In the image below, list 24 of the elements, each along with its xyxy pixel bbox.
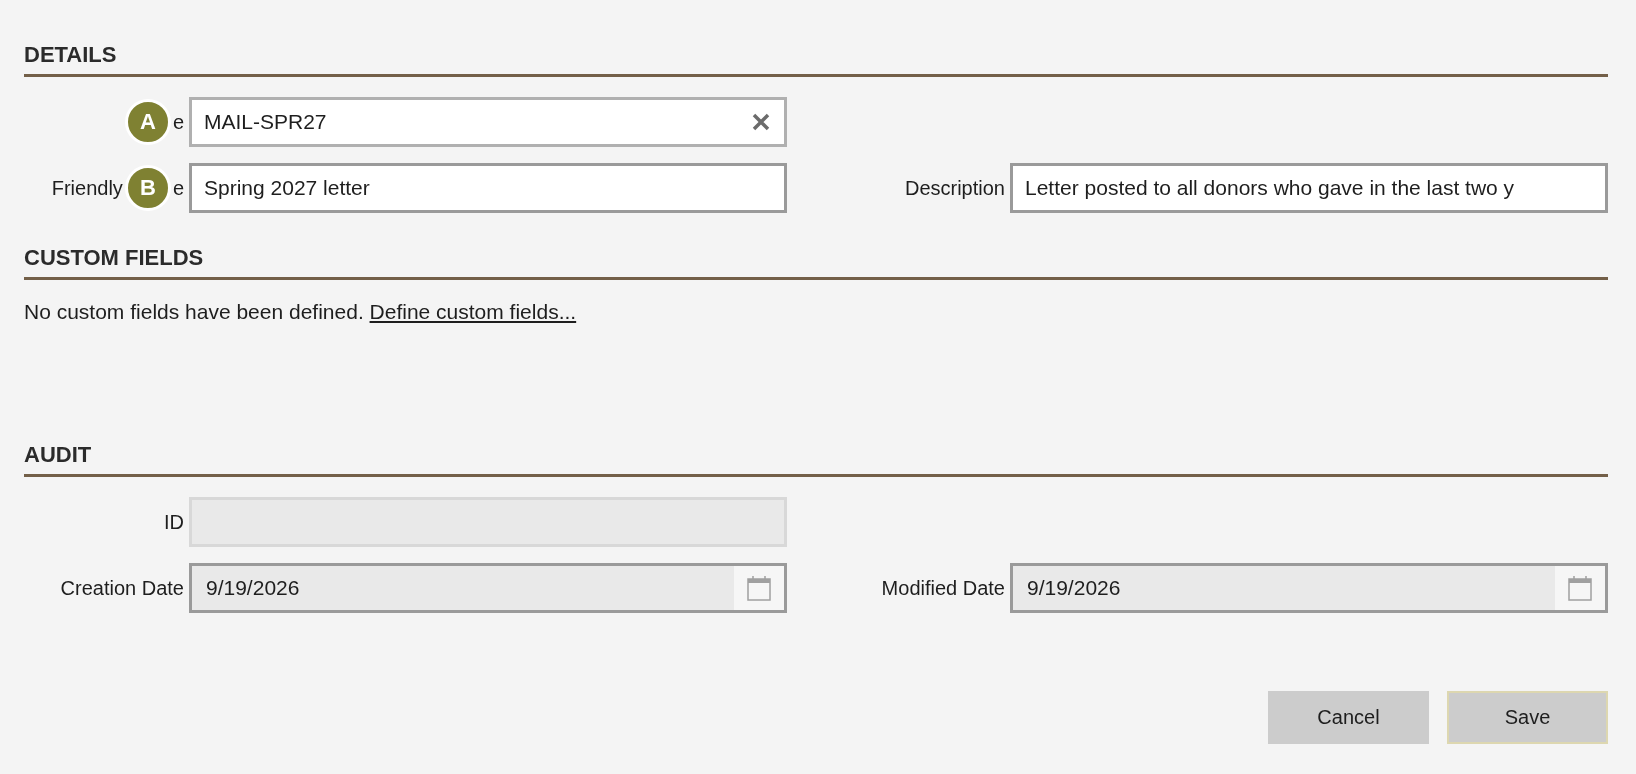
section-heading: DETAILS [24,42,1608,77]
callout-badge: B [124,165,171,211]
info-text: No custom fields have been defined. [24,300,364,323]
text-field[interactable]: Letter posted to all donors who gave in the last two y [1010,163,1608,213]
field-label: Creation Date [60,576,184,600]
field-label: Modified Date [881,576,1005,600]
section-heading: CUSTOM FIELDS [24,245,1608,280]
field-label: Friendly [51,176,123,200]
field-label: e [172,176,184,200]
clear-icon[interactable] [752,113,770,131]
field-label: ID [164,510,184,534]
calendar-icon[interactable] [747,575,771,601]
calendar-icon[interactable] [1568,575,1592,601]
cancel-button[interactable]: Cancel [1268,691,1429,744]
field-label: Description [904,176,1005,200]
define-fields-link[interactable]: Define custom fields... [369,300,577,323]
date-field[interactable]: 9/19/2026 [189,563,787,613]
field-label: e [172,110,184,134]
callout-badge: A [124,99,171,145]
text-field[interactable]: Spring 2027 letter [189,163,787,213]
date-field[interactable]: 9/19/2026 [1010,563,1608,613]
section-heading: AUDIT [24,442,1608,477]
text-field[interactable]: MAIL-SPR27 [189,97,787,147]
save-button[interactable]: Save [1447,691,1608,744]
